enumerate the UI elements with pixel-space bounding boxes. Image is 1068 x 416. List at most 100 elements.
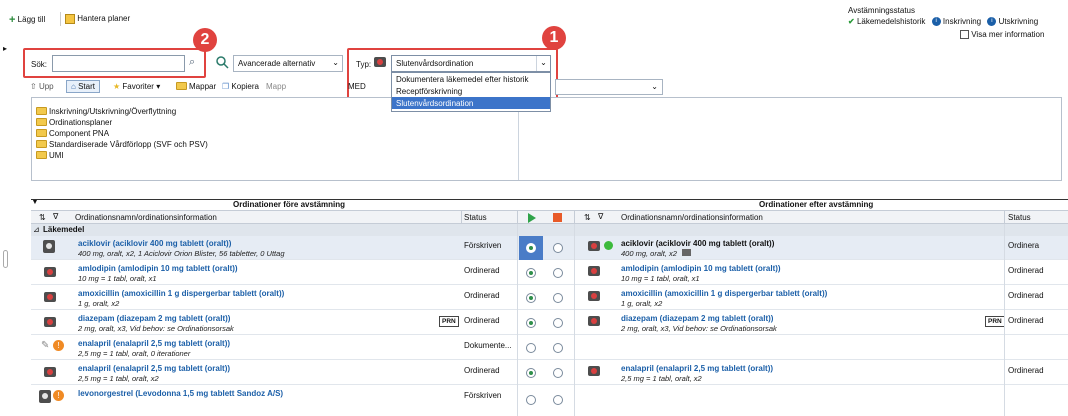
table-row[interactable]: ! levonorgestrel (Levodonna 1,5 mg table… (31, 386, 1068, 416)
stop-radio[interactable] (553, 395, 563, 405)
after-detail: 10 mg = 1 tabl, oralt, x1 (621, 274, 700, 283)
filter-icon[interactable]: ∇ (598, 212, 603, 221)
before-name[interactable]: diazepam (diazepam 2 mg tablett (oralt)) (78, 314, 230, 323)
filter-select[interactable]: ⌄ (555, 79, 663, 95)
continue-radio[interactable] (526, 268, 536, 278)
after-name[interactable]: enalapril (enalapril 2,5 mg tablett (ora… (621, 364, 773, 373)
before-name[interactable]: enalapril (enalapril 2,5 mg tablett (ora… (78, 364, 230, 373)
column-divider (1004, 224, 1005, 416)
group-row[interactable]: ⊿ Läkemedel (31, 224, 1068, 236)
column-divider (1004, 211, 1005, 225)
continue-cell[interactable] (519, 236, 543, 260)
continue-radio[interactable] (526, 243, 536, 253)
table-row[interactable]: enalapril (enalapril 2,5 mg tablett (ora… (31, 361, 1068, 385)
after-title: Ordinationer efter avstämning (759, 200, 874, 209)
after-detail: 2,5 mg = 1 tabl, oralt, x2 (621, 374, 702, 383)
type-dropdown-list: Dokumentera läkemedel efter historik Rec… (391, 72, 551, 112)
before-name[interactable]: amoxicillin (amoxicillin 1 g dispergerba… (78, 289, 284, 298)
stop-radio[interactable] (553, 368, 563, 378)
after-name[interactable]: amoxicillin (amoxicillin 1 g dispergerba… (621, 289, 827, 298)
status-title: Avstämningsstatus (848, 6, 915, 15)
comment-icon[interactable] (682, 249, 691, 256)
start-button[interactable]: ⌂ Start (66, 80, 100, 93)
step-badge-1: 1 (542, 26, 566, 50)
home-icon: ⌂ (71, 82, 76, 92)
continue-all-icon[interactable] (528, 213, 536, 223)
splitter-handle[interactable] (3, 250, 8, 268)
before-name[interactable]: aciklovir (aciklovir 400 mg tablett (ora… (78, 239, 231, 248)
manage-plans-button[interactable]: Hantera planer (65, 14, 130, 24)
up-button[interactable]: ⇧ Upp (30, 82, 54, 91)
collapse-arrow-icon[interactable]: ▸ (3, 44, 7, 53)
folder-item[interactable]: Inskrivning/Utskrivning/Överflyttning (36, 106, 208, 117)
prn-badge: PRN (985, 316, 1005, 327)
sort-icon[interactable]: ⇅ (584, 213, 591, 222)
show-more-checkbox[interactable]: Visa mer information (960, 30, 1044, 40)
stop-all-icon[interactable] (553, 213, 562, 222)
before-status: Ordinerad (464, 366, 500, 375)
folders-button[interactable]: Mappar (176, 82, 216, 91)
filter-icon[interactable]: ∇ (53, 212, 58, 221)
dropdown-option-selected[interactable]: Slutenvårdsordination (392, 97, 550, 109)
folder-item[interactable]: UMI (36, 150, 208, 161)
after-name[interactable]: amlodipin (amlodipin 10 mg tablett (oral… (621, 264, 781, 273)
add-button[interactable]: + Lägg till (9, 14, 45, 26)
before-status: Ordinerad (464, 266, 500, 275)
column-name-before[interactable]: Ordinationsnamn/ordinationsinformation (75, 213, 217, 222)
prescription-icon (43, 240, 55, 253)
folder-icon (36, 151, 47, 159)
copy-button[interactable]: ❐ Kopiera (222, 82, 259, 91)
continue-radio[interactable] (526, 293, 536, 303)
after-status: Ordinera (1008, 241, 1040, 250)
before-detail: 10 mg = 1 tabl, oralt, x1 (78, 274, 157, 283)
stop-radio[interactable] (553, 293, 563, 303)
copy-icon: ❐ (222, 82, 230, 92)
table-row[interactable]: amoxicillin (amoxicillin 1 g dispergerba… (31, 286, 1068, 310)
table-row[interactable]: aciklovir (aciklovir 400 mg tablett (ora… (31, 236, 1068, 260)
before-name[interactable]: levonorgestrel (Levodonna 1,5 mg tablett… (78, 389, 283, 398)
continue-radio[interactable] (526, 395, 536, 405)
step-badge-2: 2 (193, 28, 217, 52)
before-status: Dokumente... (464, 341, 512, 350)
dropdown-option[interactable]: Dokumentera läkemedel efter historik (392, 73, 550, 85)
check-icon: ✔ (848, 17, 855, 27)
after-name[interactable]: diazepam (diazepam 2 mg tablett (oralt)) (621, 314, 773, 323)
column-status-before[interactable]: Status (464, 213, 487, 222)
prescription-icon (39, 390, 51, 403)
pill-icon (43, 365, 57, 379)
collapse-group-icon[interactable]: ⊿ (33, 225, 40, 234)
after-detail: 2 mg, oralt, x3, Vid behov: se Ordinatio… (621, 324, 777, 333)
table-row[interactable]: ✎ ! enalapril (enalapril 2,5 mg tablett … (31, 336, 1068, 360)
table-row[interactable]: amlodipin (amlodipin 10 mg tablett (oral… (31, 261, 1068, 285)
after-name[interactable]: aciklovir (aciklovir 400 mg tablett (ora… (621, 239, 774, 248)
folder-item[interactable]: Ordinationsplaner (36, 117, 208, 128)
continue-radio[interactable] (526, 343, 536, 353)
folder-item[interactable]: Standardiserade Vårdförlopp (SVF och PSV… (36, 139, 208, 150)
stop-radio[interactable] (553, 318, 563, 328)
sort-icon[interactable]: ⇅ (39, 213, 46, 222)
warning-icon: ! (53, 340, 64, 351)
dropdown-option[interactable]: Receptförskrivning (392, 85, 550, 97)
advanced-options-select[interactable]: Avancerade alternativ ⌄ (233, 55, 343, 72)
highlight-box-search (23, 48, 206, 78)
stop-radio[interactable] (553, 243, 563, 253)
info-icon: i (931, 17, 941, 27)
column-status-after[interactable]: Status (1008, 213, 1031, 222)
stop-radio[interactable] (553, 343, 563, 353)
column-name-after[interactable]: Ordinationsnamn/ordinationsinformation (621, 213, 763, 222)
favorites-button[interactable]: ★ Favoriter ▾ (113, 82, 160, 91)
stop-radio[interactable] (553, 268, 563, 278)
continue-radio[interactable] (526, 318, 536, 328)
up-arrow-icon: ⇧ (30, 82, 37, 92)
before-detail: 2,5 mg = 1 tabl, oralt, x2 (78, 374, 159, 383)
table-row[interactable]: diazepam (diazepam 2 mg tablett (oralt))… (31, 311, 1068, 335)
folder-item[interactable]: Component PNA (36, 128, 208, 139)
folder-icon (36, 129, 47, 137)
before-name[interactable]: amlodipin (amlodipin 10 mg tablett (oral… (78, 264, 238, 273)
advanced-search-icon[interactable] (215, 55, 229, 69)
plan-icon (65, 14, 75, 24)
checkbox-icon (960, 30, 969, 40)
prn-badge: PRN (439, 316, 459, 327)
before-name[interactable]: enalapril (enalapril 2,5 mg tablett (ora… (78, 339, 230, 348)
continue-radio[interactable] (526, 368, 536, 378)
